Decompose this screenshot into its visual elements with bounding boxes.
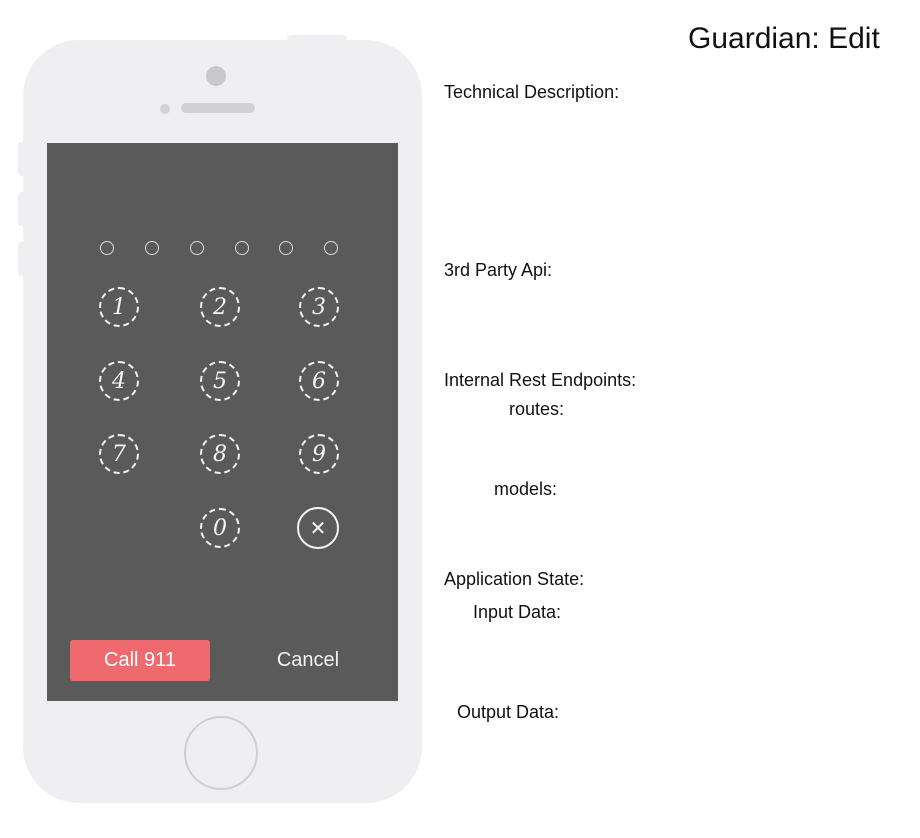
passcode-screen: 1 2 3 4 5 6 7 8 9 0 ✕ Call 911 Cancel (47, 143, 398, 701)
close-icon: ✕ (309, 516, 327, 540)
front-camera (206, 66, 226, 86)
pin-dot (279, 241, 293, 255)
technical-description-label: Technical Description: (444, 82, 620, 102)
models-label: models: (494, 479, 558, 499)
application-state-label: Application State: (444, 569, 585, 589)
earpiece-speaker (181, 103, 255, 113)
call-911-button[interactable]: Call 911 (70, 640, 210, 681)
page-title: Guardian: Edit (688, 22, 880, 55)
pin-dot (145, 241, 159, 255)
key-7[interactable]: 7 (99, 434, 139, 474)
pin-indicator (47, 143, 398, 701)
routes-label: routes: (509, 399, 565, 419)
key-9[interactable]: 9 (299, 434, 339, 474)
third-party-api-label: 3rd Party Api: (444, 260, 553, 280)
key-4[interactable]: 4 (99, 361, 139, 401)
key-3[interactable]: 3 (299, 287, 339, 327)
delete-key[interactable]: ✕ (297, 507, 339, 549)
internal-rest-endpoints-label: Internal Rest Endpoints: (444, 370, 637, 390)
pin-dot (100, 241, 114, 255)
home-button[interactable] (184, 716, 258, 790)
pin-dot (235, 241, 249, 255)
key-8[interactable]: 8 (200, 434, 240, 474)
output-data-label: Output Data: (457, 702, 560, 722)
pin-dot (190, 241, 204, 255)
proximity-sensor (160, 104, 170, 114)
key-2[interactable]: 2 (200, 287, 240, 327)
key-6[interactable]: 6 (299, 361, 339, 401)
key-5[interactable]: 5 (200, 361, 240, 401)
pin-dot (324, 241, 338, 255)
cancel-button[interactable]: Cancel (257, 640, 359, 681)
input-data-label: Input Data: (473, 602, 562, 622)
key-0[interactable]: 0 (200, 508, 240, 548)
key-1[interactable]: 1 (99, 287, 139, 327)
